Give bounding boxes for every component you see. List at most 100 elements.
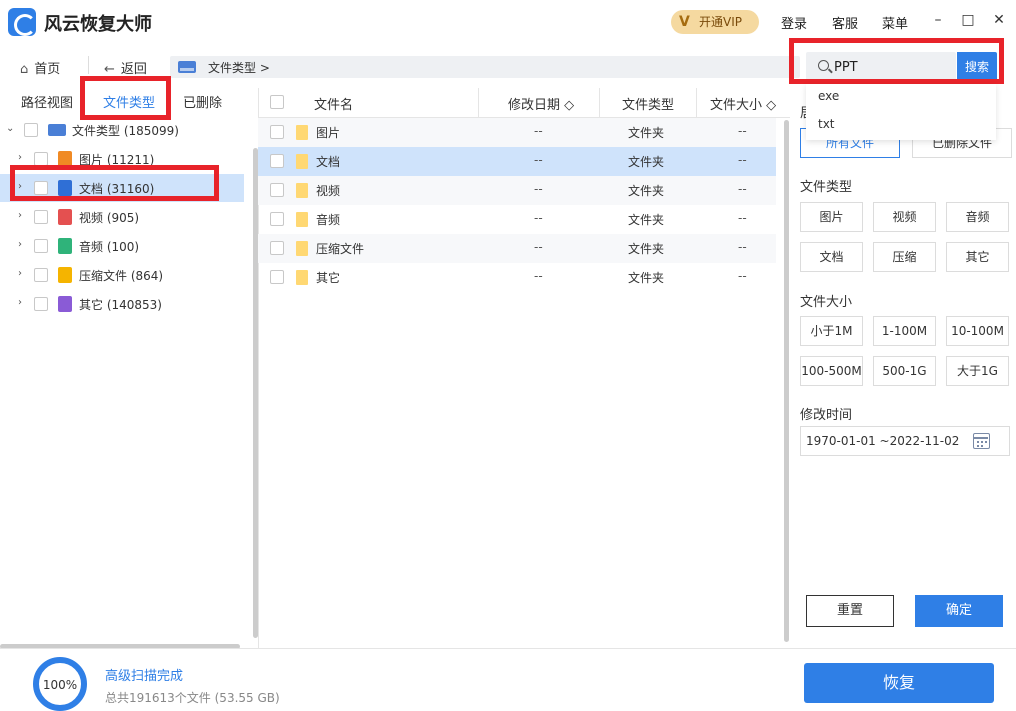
- expand-arrow-icon[interactable]: ›: [18, 268, 22, 279]
- folder-icon: [296, 212, 308, 227]
- row-checkbox[interactable]: [270, 154, 284, 168]
- column-separator: [599, 88, 600, 118]
- folder-icon: [296, 241, 308, 256]
- table-header: 文件名 修改日期 ◇ 文件类型 文件大小 ◇: [258, 88, 790, 118]
- home-button[interactable]: ⌂ 首页: [20, 58, 60, 77]
- menu-link[interactable]: 菜单: [882, 13, 908, 32]
- table-scrollbar[interactable]: [784, 120, 789, 642]
- close-icon[interactable]: ✕: [990, 12, 1008, 28]
- suggestion-item[interactable]: txt: [818, 117, 835, 131]
- date-range-picker[interactable]: 1970-01-01 ~2022-11-02: [800, 426, 1010, 456]
- column-header-date[interactable]: 修改日期 ◇: [508, 94, 574, 113]
- tree-item-checkbox[interactable]: [34, 268, 48, 282]
- vip-icon: V: [679, 14, 690, 30]
- file-name: 视频: [316, 184, 341, 198]
- tree-item-image[interactable]: › 图片 (11211): [0, 145, 244, 173]
- progress-ring: 100%: [33, 657, 87, 711]
- tab-file-type[interactable]: 文件类型: [103, 92, 155, 111]
- vip-button[interactable]: V 开通VIP: [671, 10, 759, 34]
- file-size: --: [738, 124, 747, 138]
- file-size: --: [738, 269, 747, 283]
- recover-button[interactable]: 恢复: [804, 663, 994, 703]
- filter-size-1-100m[interactable]: 1-100M: [873, 316, 936, 346]
- filter-type-archive[interactable]: 压缩: [873, 242, 936, 272]
- title-bar: 风云恢复大师 V 开通VIP 登录 客服 菜单 – □ ✕: [0, 0, 1016, 44]
- filter-size-10-100m[interactable]: 10-100M: [946, 316, 1009, 346]
- row-checkbox[interactable]: [270, 212, 284, 226]
- tree-item-checkbox[interactable]: [34, 181, 48, 195]
- tree-item-checkbox[interactable]: [34, 297, 48, 311]
- table-row[interactable]: 其它 -- 文件夹 --: [258, 263, 776, 292]
- table-row[interactable]: 视频 -- 文件夹 --: [258, 176, 776, 205]
- filter-type-other[interactable]: 其它: [946, 242, 1009, 272]
- search-input[interactable]: [834, 57, 952, 77]
- minimize-icon[interactable]: –: [929, 12, 947, 28]
- table-row[interactable]: 图片 -- 文件夹 --: [258, 118, 776, 147]
- filter-type-image[interactable]: 图片: [800, 202, 863, 232]
- search-button[interactable]: 搜索: [957, 52, 997, 82]
- tree-item-video[interactable]: › 视频 (905): [0, 203, 244, 231]
- select-all-checkbox[interactable]: [270, 95, 284, 109]
- confirm-button[interactable]: 确定: [915, 595, 1003, 627]
- row-checkbox[interactable]: [270, 183, 284, 197]
- tree-item-audio[interactable]: › 音频 (100): [0, 232, 244, 260]
- service-link[interactable]: 客服: [832, 13, 858, 32]
- file-name: 其它: [316, 271, 341, 285]
- tree-root[interactable]: ⌄ 文件类型 (185099): [0, 116, 244, 144]
- file-date: --: [534, 269, 543, 283]
- column-separator: [696, 88, 697, 118]
- collapse-arrow-icon[interactable]: ⌄: [6, 123, 14, 134]
- filter-size-500-1g[interactable]: 500-1G: [873, 356, 936, 386]
- row-checkbox[interactable]: [270, 241, 284, 255]
- column-header-name[interactable]: 文件名: [314, 94, 353, 113]
- tree-item-archive[interactable]: › 压缩文件 (864): [0, 261, 244, 289]
- tree-item-other[interactable]: › 其它 (140853): [0, 290, 244, 318]
- tree-item-checkbox[interactable]: [34, 210, 48, 224]
- video-file-icon: [58, 209, 72, 225]
- file-name: 文档: [316, 155, 341, 169]
- expand-arrow-icon[interactable]: ›: [18, 210, 22, 221]
- file-name: 音频: [316, 213, 341, 227]
- maximize-icon[interactable]: □: [959, 12, 977, 28]
- back-button[interactable]: ← 返回: [104, 58, 147, 77]
- column-header-type[interactable]: 文件类型: [622, 94, 674, 113]
- tree-item-document[interactable]: › 文档 (31160): [0, 174, 244, 202]
- document-file-icon: [58, 180, 72, 196]
- file-name: 图片: [316, 126, 341, 140]
- filter-size-gt1g[interactable]: 大于1G: [946, 356, 1009, 386]
- tree-item-checkbox[interactable]: [34, 239, 48, 253]
- table-row[interactable]: 音频 -- 文件夹 --: [258, 205, 776, 234]
- filter-type-video[interactable]: 视频: [873, 202, 936, 232]
- table-row[interactable]: 压缩文件 -- 文件夹 --: [258, 234, 776, 263]
- column-header-size[interactable]: 文件大小 ◇: [710, 94, 776, 113]
- file-date: --: [534, 240, 543, 254]
- login-link[interactable]: 登录: [781, 13, 807, 32]
- row-checkbox[interactable]: [270, 125, 284, 139]
- filter-size-lt1m[interactable]: 小于1M: [800, 316, 863, 346]
- expand-arrow-icon[interactable]: ›: [18, 181, 22, 192]
- tree-item-label: 文档 (31160): [79, 182, 155, 196]
- file-size: --: [738, 153, 747, 167]
- expand-arrow-icon[interactable]: ›: [18, 239, 22, 250]
- tab-path-view[interactable]: 路径视图: [21, 92, 73, 111]
- calendar-icon[interactable]: [973, 433, 990, 449]
- row-checkbox[interactable]: [270, 270, 284, 284]
- tree-item-checkbox[interactable]: [34, 152, 48, 166]
- back-label: 返回: [120, 62, 147, 77]
- file-type: 文件夹: [628, 242, 665, 256]
- file-date: --: [534, 182, 543, 196]
- tab-deleted[interactable]: 已删除: [183, 92, 222, 111]
- file-type: 文件夹: [628, 184, 665, 198]
- filter-type-document[interactable]: 文档: [800, 242, 863, 272]
- expand-arrow-icon[interactable]: ›: [18, 297, 22, 308]
- file-date: --: [534, 211, 543, 225]
- reset-button[interactable]: 重置: [806, 595, 894, 627]
- filter-size-100-500m[interactable]: 100-500M: [800, 356, 863, 386]
- expand-arrow-icon[interactable]: ›: [18, 152, 22, 163]
- table-row[interactable]: 文档 -- 文件夹 --: [258, 147, 776, 176]
- app-title: 风云恢复大师: [44, 14, 152, 35]
- date-range-text: 1970-01-01 ~2022-11-02: [806, 434, 960, 448]
- suggestion-item[interactable]: exe: [818, 89, 839, 103]
- tree-root-checkbox[interactable]: [24, 123, 38, 137]
- filter-type-audio[interactable]: 音频: [946, 202, 1009, 232]
